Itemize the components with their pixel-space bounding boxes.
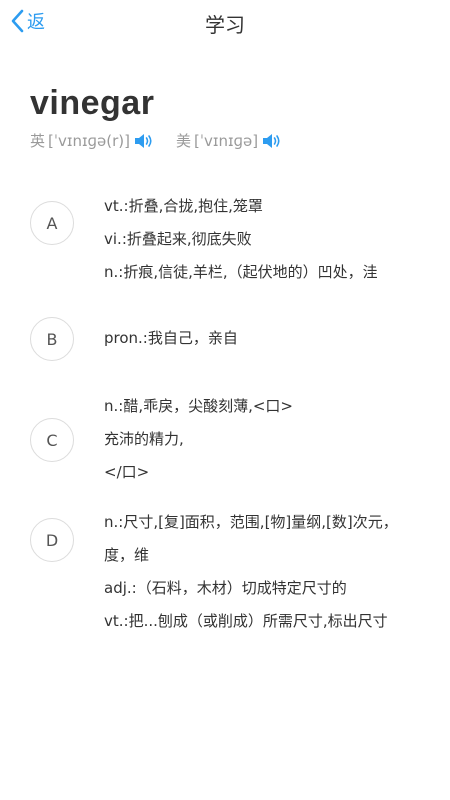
page-title: 学习 [205,13,245,37]
speaker-icon[interactable] [262,133,282,149]
option-a[interactable]: A vt.:折叠,合拢,抱住,笼罩 vi.:折叠起来,彻底失败 n.:折痕,信徒… [0,190,450,289]
definition-line: n.:折痕,信徒,羊栏,（起伏地的）凹处，洼 [104,263,378,281]
speaker-icon[interactable] [134,133,154,149]
option-b-definitions: pron.:我自己，亲自 [104,322,424,355]
option-a-definitions: vt.:折叠,合拢,抱住,笼罩 vi.:折叠起来,彻底失败 n.:折痕,信徒,羊… [104,190,424,289]
phonetic-uk-label: 英 [30,132,46,150]
definition-line: vt.:折叠,合拢,抱住,笼罩 [104,197,263,215]
option-c-letter: C [30,418,74,462]
option-c[interactable]: C n.:醋,乖戾，尖酸刻薄,<口> 充沛的精力, </口> [0,390,450,489]
phonetic-uk-ipa: [ˈvɪnɪɡə(r)] [48,131,130,150]
phonetic-us: 美 [ˈvɪnɪɡə] [176,130,282,151]
header-bar: 返 学习 [0,0,450,44]
phonetic-us-ipa: [ˈvɪnɪɡə] [194,131,259,150]
definition-line: pron.:我自己，亲自 [104,329,238,347]
phonetic-uk: 英 [ˈvɪnɪɡə(r)] [30,130,154,151]
definition-line: adj.:（石料，木材）切成特定尺寸的 [104,579,347,597]
option-a-letter: A [30,201,74,245]
option-d-letter: D [30,518,74,562]
definition-line: n.:尺寸,[复]面积，范围,[物]量纲,[数]次元， [104,513,398,531]
definition-line: 充沛的精力, [104,430,184,448]
phonetic-us-label: 美 [176,132,192,150]
definition-line: </口> [104,463,150,481]
definition-line: vt.:把...刨成（或削成）所需尺寸,标出尺寸 [104,612,388,630]
phonetics-row: 英 [ˈvɪnɪɡə(r)] 美 [ˈvɪnɪɡə] [30,130,282,151]
option-b-letter: B [30,317,74,361]
option-c-definitions: n.:醋,乖戾，尖酸刻薄,<口> 充沛的精力, </口> [104,390,424,489]
definition-line: 度，维 [104,546,150,564]
vocab-word: vinegar [30,84,155,122]
option-d-definitions: n.:尺寸,[复]面积，范围,[物]量纲,[数]次元， 度，维 adj.:（石料… [104,506,424,638]
option-d[interactable]: D n.:尺寸,[复]面积，范围,[物]量纲,[数]次元， 度，维 adj.:（… [0,506,450,638]
definition-line: vi.:折叠起来,彻底失败 [104,230,252,248]
definition-line: n.:醋,乖戾，尖酸刻薄,<口> [104,397,294,415]
option-b[interactable]: B pron.:我自己，亲自 [0,317,450,361]
